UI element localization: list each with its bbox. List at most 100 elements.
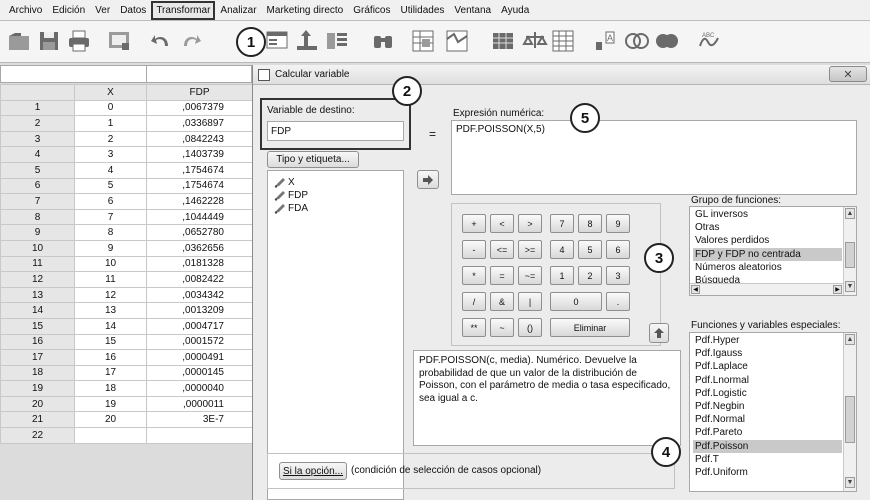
close-button[interactable]: ✕ bbox=[829, 66, 867, 82]
special-function-item[interactable]: Pdf.T bbox=[693, 453, 842, 466]
variables-icon[interactable] bbox=[324, 28, 350, 54]
keypad-button[interactable]: - bbox=[462, 240, 486, 259]
row-number[interactable]: 11 bbox=[0, 255, 75, 273]
special-function-item[interactable]: Pdf.Lnormal bbox=[693, 374, 842, 387]
weight-cases-icon[interactable] bbox=[522, 28, 548, 54]
cell-fdp[interactable]: ,0013209 bbox=[146, 302, 253, 319]
function-group-item[interactable]: Números aleatorios bbox=[693, 261, 842, 274]
goto-variable-icon[interactable] bbox=[294, 28, 320, 54]
menu-archivo[interactable]: Archivo bbox=[4, 1, 47, 20]
menu-marketing-directo[interactable]: Marketing directo bbox=[262, 1, 349, 20]
keypad-button[interactable]: ~ bbox=[490, 318, 514, 337]
menu-edici-n[interactable]: Edición bbox=[47, 1, 90, 20]
keypad-button[interactable]: 7 bbox=[550, 214, 574, 233]
scroll-down-icon[interactable]: ▼ bbox=[845, 477, 855, 488]
menu-gr-ficos[interactable]: Gráficos bbox=[348, 1, 395, 20]
special-function-item[interactable]: Pdf.Normal bbox=[693, 413, 842, 426]
cell-fdp[interactable]: ,0652780 bbox=[146, 224, 253, 241]
row-number[interactable]: 15 bbox=[0, 317, 75, 335]
cell-fdp[interactable]: ,0362656 bbox=[146, 239, 253, 257]
column-header-x[interactable]: X bbox=[74, 84, 147, 101]
insert-cases-icon[interactable] bbox=[410, 28, 436, 54]
keypad-button[interactable]: 1 bbox=[550, 266, 574, 285]
dialog-recall-icon[interactable] bbox=[106, 28, 132, 54]
keypad-button[interactable]: 4 bbox=[550, 240, 574, 259]
keypad-button[interactable]: Eliminar bbox=[550, 318, 630, 337]
keypad-button[interactable]: 9 bbox=[606, 214, 630, 233]
open-folder-icon[interactable] bbox=[6, 28, 32, 54]
value-labels-icon[interactable]: A bbox=[592, 28, 618, 54]
menu-analizar[interactable]: Analizar bbox=[215, 1, 261, 20]
cell-fdp[interactable]: ,1403739 bbox=[146, 146, 253, 163]
row-number[interactable]: 6 bbox=[0, 177, 75, 195]
keypad-button[interactable]: <= bbox=[490, 240, 514, 259]
cell-x[interactable]: 9 bbox=[74, 239, 147, 257]
keypad-button[interactable]: >= bbox=[518, 240, 542, 259]
keypad-button[interactable]: * bbox=[462, 266, 486, 285]
save-icon[interactable] bbox=[36, 28, 62, 54]
cell-fdp[interactable]: ,0000145 bbox=[146, 364, 253, 382]
cell-x[interactable]: 20 bbox=[74, 411, 147, 429]
vertical-scrollbar[interactable]: ▲ ▼ bbox=[843, 207, 856, 295]
column-header-fdp[interactable]: FDP bbox=[146, 84, 253, 101]
cell-x[interactable]: 4 bbox=[74, 161, 147, 179]
row-number[interactable]: 4 bbox=[0, 146, 75, 163]
cell-fdp[interactable]: ,0034342 bbox=[146, 286, 253, 304]
row-number[interactable]: 2 bbox=[0, 115, 75, 132]
cell-x[interactable]: 16 bbox=[74, 349, 147, 366]
vertical-scrollbar[interactable]: ▲ ▼ bbox=[843, 333, 856, 491]
special-function-item[interactable]: Pdf.Logistic bbox=[693, 387, 842, 400]
move-variable-button[interactable] bbox=[417, 170, 439, 189]
cell-fdp[interactable]: ,0336897 bbox=[146, 115, 253, 132]
function-group-item[interactable]: Otras bbox=[693, 221, 842, 234]
cell-fdp[interactable]: ,1044449 bbox=[146, 208, 253, 226]
keypad-button[interactable]: 8 bbox=[578, 214, 602, 233]
cell-x[interactable]: 3 bbox=[74, 146, 147, 163]
row-number[interactable]: 7 bbox=[0, 193, 75, 210]
menu-datos[interactable]: Datos bbox=[115, 1, 151, 20]
scroll-right-icon[interactable]: ▶ bbox=[833, 285, 842, 294]
split-file-icon[interactable] bbox=[490, 28, 516, 54]
scroll-up-icon[interactable]: ▲ bbox=[845, 334, 855, 345]
row-number[interactable]: 13 bbox=[0, 286, 75, 304]
cell-fdp[interactable]: ,1462228 bbox=[146, 193, 253, 210]
type-and-label-button[interactable]: Tipo y etiqueta... bbox=[267, 151, 359, 168]
move-function-up-button[interactable] bbox=[649, 323, 669, 343]
grid-corner[interactable] bbox=[0, 84, 75, 101]
cell-x[interactable]: 12 bbox=[74, 286, 147, 304]
function-group-item[interactable]: GL inversos bbox=[693, 208, 842, 221]
insert-variable-icon[interactable] bbox=[444, 28, 470, 54]
cell-fdp[interactable]: ,0181328 bbox=[146, 255, 253, 273]
cell-fdp[interactable]: ,0842243 bbox=[146, 130, 253, 148]
cell-x[interactable]: 11 bbox=[74, 271, 147, 288]
keypad-button[interactable]: 2 bbox=[578, 266, 602, 285]
show-sets-icon[interactable] bbox=[654, 28, 680, 54]
horizontal-scrollbar[interactable]: ◀ ▶ bbox=[690, 283, 843, 295]
cell-x[interactable]: 18 bbox=[74, 380, 147, 397]
row-number[interactable]: 3 bbox=[0, 130, 75, 148]
special-function-item[interactable]: Pdf.Pareto bbox=[693, 426, 842, 439]
row-number[interactable]: 8 bbox=[0, 208, 75, 226]
variable-item[interactable]: FDP bbox=[274, 190, 308, 201]
keypad-button[interactable]: + bbox=[462, 214, 486, 233]
cell-fdp[interactable]: ,1754674 bbox=[146, 177, 253, 195]
redo-icon[interactable] bbox=[178, 28, 204, 54]
row-number[interactable]: 21 bbox=[0, 411, 75, 429]
cell-x[interactable]: 13 bbox=[74, 302, 147, 319]
keypad-button[interactable]: 3 bbox=[606, 266, 630, 285]
target-variable-input[interactable]: FDP bbox=[267, 121, 404, 141]
function-group-item[interactable]: FDP y FDP no centrada bbox=[693, 247, 842, 261]
row-number[interactable]: 19 bbox=[0, 380, 75, 397]
cell-reference-box[interactable] bbox=[0, 65, 252, 83]
row-number[interactable]: 10 bbox=[0, 239, 75, 257]
cell-x[interactable]: 14 bbox=[74, 317, 147, 335]
cell-fdp[interactable]: ,0000491 bbox=[146, 349, 253, 366]
special-function-item[interactable]: Pdf.Negbin bbox=[693, 400, 842, 413]
cell-x[interactable]: 2 bbox=[74, 130, 147, 148]
select-cases-icon[interactable] bbox=[550, 28, 576, 54]
keypad-button[interactable]: 6 bbox=[606, 240, 630, 259]
row-number[interactable]: 12 bbox=[0, 271, 75, 288]
variables-list[interactable]: X FDP FDA bbox=[267, 170, 404, 500]
keypad-button[interactable]: . bbox=[606, 292, 630, 311]
cell-fdp[interactable] bbox=[146, 427, 253, 444]
